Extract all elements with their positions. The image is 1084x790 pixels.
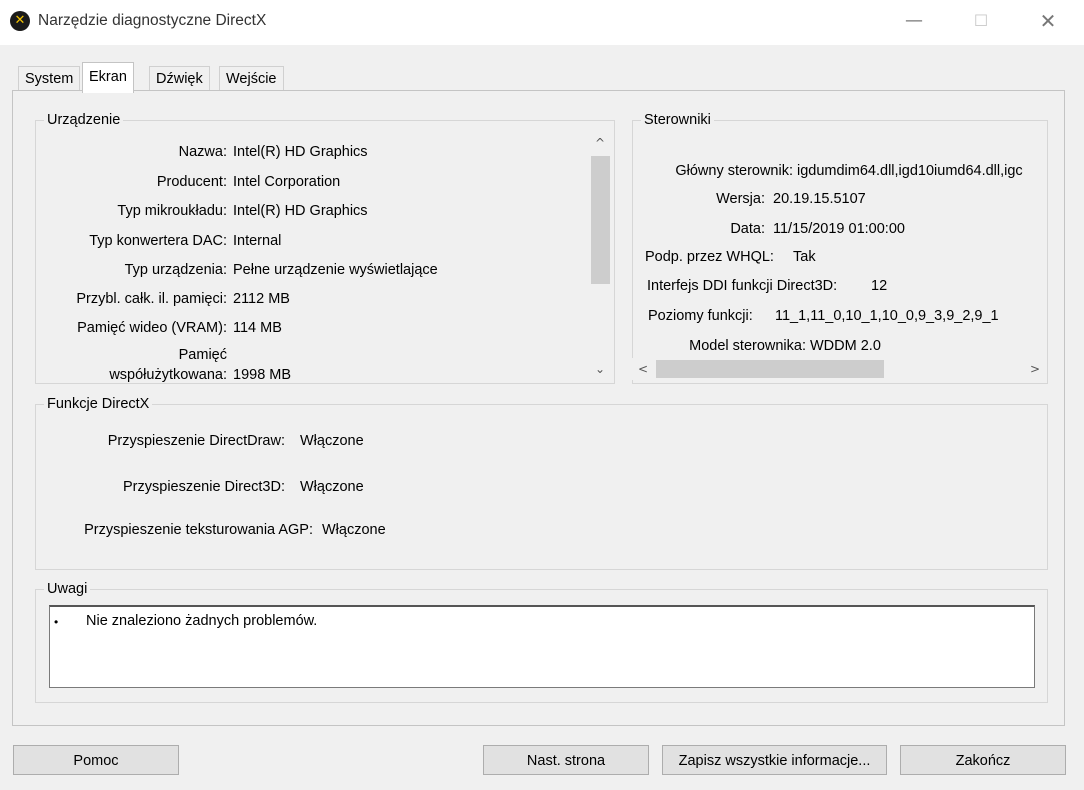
next-page-button[interactable]: Nast. strona (483, 745, 649, 775)
window-title: Narzędzie diagnostyczne DirectX (38, 12, 267, 29)
device-value-name: Intel(R) HD Graphics (233, 144, 368, 160)
device-label-shared-memory-line2: współużytkowana: (109, 367, 227, 383)
device-value-chip-type: Intel(R) HD Graphics (233, 203, 368, 219)
tab-dzwiek[interactable]: Dźwięk (149, 66, 210, 91)
minimize-button[interactable]: — (884, 0, 944, 45)
device-vertical-scrollbar[interactable]: ^ ⌄ (589, 130, 611, 380)
feature-label-directdraw: Przyspieszenie DirectDraw: (107, 433, 285, 449)
feature-value-agp: Włączone (322, 522, 386, 538)
chevron-down-icon[interactable]: ⌄ (589, 358, 611, 380)
maximize-icon: ☐ (973, 11, 989, 30)
driver-label-version: Wersja: (716, 191, 765, 207)
save-all-info-button[interactable]: Zapisz wszystkie informacje... (662, 745, 887, 775)
drivers-horizontal-scrollbar[interactable]: < > (632, 358, 1046, 380)
drivers-scroll-thumb[interactable] (656, 360, 884, 378)
device-scroll-thumb[interactable] (591, 156, 610, 284)
notes-group-title: Uwagi (44, 580, 91, 598)
close-icon: ✕ (1039, 9, 1057, 33)
device-label-chip-type: Typ mikroukładu: (117, 203, 227, 219)
maximize-button[interactable]: ☐ (951, 0, 1011, 45)
driver-label-date: Data: (730, 221, 765, 237)
driver-label-ddi: Interfejs DDI funkcji Direct3D: (647, 278, 838, 294)
driver-value-version: 20.19.15.5107 (773, 191, 866, 207)
device-label-dac-type: Typ konwertera DAC: (89, 233, 227, 249)
device-value-shared-memory: 1998 MB (233, 367, 292, 383)
exit-button[interactable]: Zakończ (900, 745, 1066, 775)
close-button[interactable]: ✕ (1018, 0, 1078, 45)
chevron-right-icon[interactable]: > (1024, 358, 1046, 380)
feature-value-direct3d: Włączone (300, 479, 364, 495)
driver-label-model: Model sterownika: (689, 338, 806, 354)
driver-value-date: 11/15/2019 01:00:00 (773, 221, 905, 237)
minimize-icon: — (905, 10, 923, 31)
device-label-name: Nazwa: (178, 144, 227, 160)
driver-label-whql: Podp. przez WHQL: (645, 249, 774, 265)
device-label-shared-memory-line1: Pamięć (178, 347, 227, 363)
device-label-total-memory: Przybl. całk. il. pamięci: (76, 291, 227, 307)
device-label-device-type: Typ urządzenia: (124, 262, 227, 278)
tab-ekran[interactable]: Ekran (82, 62, 134, 93)
device-value-manufacturer: Intel Corporation (233, 174, 341, 190)
help-button[interactable]: Pomoc (13, 745, 179, 775)
features-group-title: Funkcje DirectX (44, 395, 153, 413)
title-bar: Narzędzie diagnostyczne DirectX — ☐ ✕ (0, 0, 1084, 45)
feature-label-agp: Przyspieszenie teksturowania AGP: (84, 522, 313, 538)
device-value-total-memory: 2112 MB (233, 291, 290, 307)
feature-label-direct3d: Przyspieszenie Direct3D: (123, 479, 285, 495)
device-group-title: Urządzenie (44, 111, 124, 129)
driver-value-ddi: 12 (871, 278, 888, 294)
drivers-group-title: Sterowniki (641, 111, 714, 129)
chevron-up-icon[interactable]: ^ (589, 132, 611, 154)
feature-value-directdraw: Włączone (300, 433, 364, 449)
driver-value-model: WDDM 2.0 (810, 338, 881, 354)
device-value-vram: 114 MB (233, 320, 282, 336)
driver-value-main: igdumdim64.dll,igd10iumd64.dll,igc (797, 163, 1023, 179)
directx-icon (10, 11, 30, 31)
driver-value-whql: Tak (793, 249, 816, 265)
driver-value-feature-levels: 11_1,11_0,10_1,10_0,9_3,9_2,9_1 (775, 308, 999, 324)
device-label-manufacturer: Producent: (156, 174, 227, 190)
tab-system[interactable]: System (18, 66, 81, 91)
tab-wejscie[interactable]: Wejście (219, 66, 284, 91)
note-bullet: • (54, 615, 59, 629)
device-value-device-type: Pełne urządzenie wyświetlające (233, 262, 438, 278)
notes-textbox[interactable]: • Nie znaleziono żadnych problemów. (49, 605, 1035, 688)
device-value-dac-type: Internal (233, 233, 282, 249)
chevron-left-icon[interactable]: < (632, 358, 654, 380)
note-text: Nie znaleziono żadnych problemów. (86, 613, 318, 629)
device-label-vram: Pamięć wideo (VRAM): (77, 320, 227, 336)
driver-label-feature-levels: Poziomy funkcji: (648, 308, 753, 324)
driver-label-main: Główny sterownik: (675, 163, 793, 179)
